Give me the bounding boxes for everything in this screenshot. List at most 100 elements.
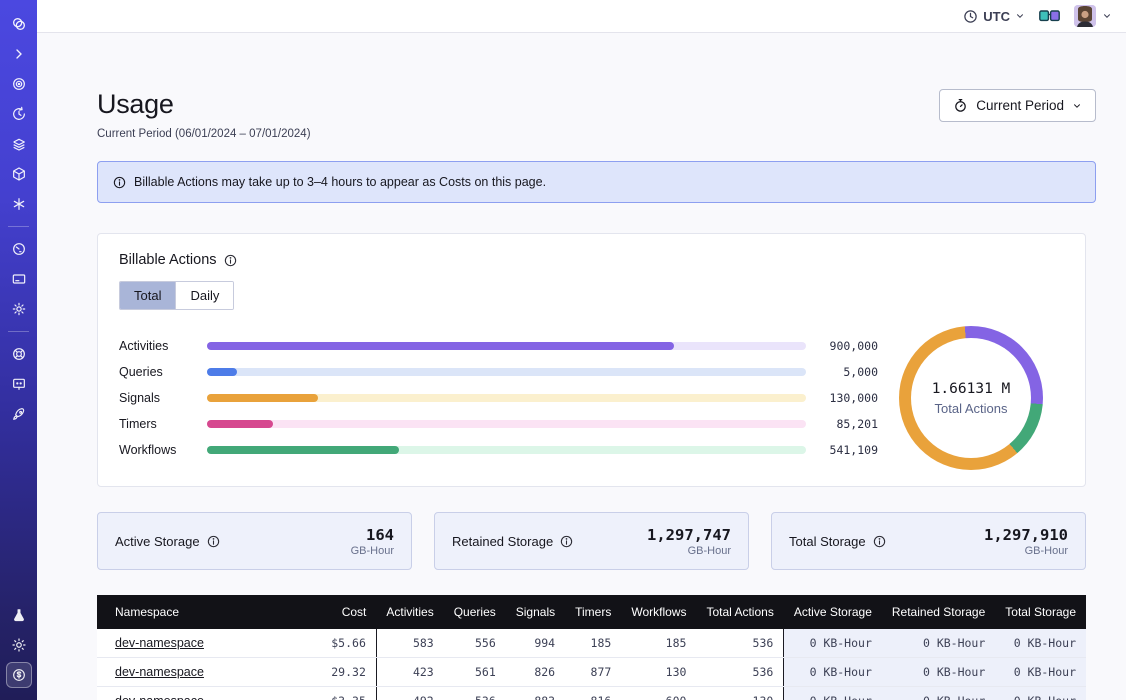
storage-summary-row: Active Storage 164 GB-Hour Retained Stor… <box>97 512 1086 570</box>
topbar: UTC <box>37 0 1126 33</box>
billable-actions-title: Billable Actions <box>119 252 217 268</box>
nexus-icon[interactable] <box>6 191 32 217</box>
info-circle-icon[interactable] <box>873 535 886 548</box>
cell-total-storage: 0 KB-Hour <box>995 629 1086 658</box>
billing-card-icon[interactable] <box>6 266 32 292</box>
timezone-selector[interactable]: UTC <box>963 9 1025 24</box>
schedules-icon[interactable] <box>6 101 32 127</box>
namespaces-icon[interactable] <box>6 71 32 97</box>
period-select-button[interactable]: Current Period <box>939 89 1096 122</box>
cell-cost: $5.66 <box>264 629 376 658</box>
collapse-sidebar-icon[interactable] <box>6 41 32 67</box>
app-window: UTC Usage Current Period (06/01/2024 – 0… <box>0 0 1126 700</box>
bar-label: Signals <box>119 391 207 405</box>
col-timers: Timers <box>565 595 621 629</box>
table-row: dev-namespace $5.66 583 556 994 185 185 … <box>97 629 1086 658</box>
bar-label: Activities <box>119 339 207 353</box>
bar-fill <box>207 420 273 428</box>
info-circle-icon[interactable] <box>560 535 573 548</box>
col-signals: Signals <box>506 595 565 629</box>
bar-label: Queries <box>119 365 207 379</box>
col-active-storage: Active Storage <box>784 595 882 629</box>
col-queries: Queries <box>444 595 506 629</box>
namespace-link[interactable]: dev-namespace <box>115 665 204 679</box>
namespace-link[interactable]: dev-namespace <box>115 636 204 650</box>
info-banner: Billable Actions may take up to 3–4 hour… <box>97 161 1096 203</box>
support-lifebuoy-icon[interactable] <box>6 341 32 367</box>
bar-label: Workflows <box>119 443 207 457</box>
cell-cost: 29.32 <box>264 658 376 687</box>
cell-retained-storage: 0 KB-Hour <box>882 629 995 658</box>
storage-card-label: Active Storage <box>115 534 200 549</box>
billable-actions-tabs: Total Daily <box>119 281 234 310</box>
page-title: Usage <box>97 89 311 120</box>
period-button-label: Current Period <box>976 98 1064 113</box>
main-area: UTC Usage Current Period (06/01/2024 – 0… <box>37 0 1126 700</box>
bar-track <box>207 394 806 402</box>
labs-flask-icon[interactable] <box>6 602 32 628</box>
deployments-cube-icon[interactable] <box>6 161 32 187</box>
feedback-monitor-icon[interactable] <box>6 371 32 397</box>
cell-workflows: 130 <box>621 658 696 687</box>
cell-timers: 816 <box>565 687 621 700</box>
theme-sun-icon[interactable] <box>6 632 32 658</box>
storage-card-unit: GB-Hour <box>351 545 394 557</box>
table-row: dev-namespace $3.35 492 536 883 816 600 … <box>97 687 1086 700</box>
bar-fill <box>207 446 399 454</box>
tab-daily[interactable]: Daily <box>175 282 233 309</box>
storage-card-value: 1,297,910 <box>984 526 1068 544</box>
chevron-down-icon <box>1102 11 1112 21</box>
bar-value: 130,000 <box>806 391 878 405</box>
total-actions-donut-chart: 1.66131 M Total Actions <box>899 326 1043 470</box>
bar-value: 5,000 <box>806 365 878 379</box>
col-total-actions: Total Actions <box>696 595 783 629</box>
glasses-icon[interactable] <box>1039 10 1060 23</box>
getting-started-rocket-icon[interactable] <box>6 401 32 427</box>
cell-active-storage: 0 KB-Hour <box>784 629 882 658</box>
chevron-down-icon <box>1072 101 1082 111</box>
table-header-row: Namespace Cost Activities Queries Signal… <box>97 595 1086 629</box>
sidebar <box>0 0 37 700</box>
cell-active-storage: 0 KB-Hour <box>784 687 882 700</box>
tab-total[interactable]: Total <box>120 282 175 309</box>
temporal-logo-icon[interactable] <box>6 11 32 37</box>
info-circle-icon[interactable] <box>207 535 220 548</box>
cell-retained-storage: 0 KB-Hour <box>882 658 995 687</box>
storage-card-label: Retained Storage <box>452 534 553 549</box>
usage-billing-coin-icon[interactable] <box>6 662 32 688</box>
cell-total-storage: 0 KB-Hour <box>995 687 1086 700</box>
storage-card-label: Total Storage <box>789 534 866 549</box>
col-workflows: Workflows <box>621 595 696 629</box>
user-menu[interactable] <box>1074 5 1112 27</box>
task-queues-icon[interactable] <box>6 131 32 157</box>
info-circle-icon <box>113 176 126 189</box>
settings-gear-icon[interactable] <box>6 296 32 322</box>
active-storage-card: Active Storage 164 GB-Hour <box>97 512 412 570</box>
bar-label: Timers <box>119 417 207 431</box>
cell-retained-storage: 0 KB-Hour <box>882 687 995 700</box>
bar-track <box>207 368 806 376</box>
info-circle-icon[interactable] <box>224 254 237 267</box>
bar-track <box>207 420 806 428</box>
bar-fill <box>207 368 237 376</box>
cell-signals: 994 <box>506 629 565 658</box>
chevron-down-icon <box>1015 11 1025 21</box>
namespace-link[interactable]: dev-namespace <box>115 694 204 700</box>
banner-text: Billable Actions may take up to 3–4 hour… <box>134 175 546 189</box>
cell-signals: 826 <box>506 658 565 687</box>
bar-row-signals: Signals 130,000 <box>119 385 878 411</box>
bar-fill <box>207 394 318 402</box>
bar-row-workflows: Workflows 541,109 <box>119 437 878 463</box>
timezone-label: UTC <box>983 9 1010 24</box>
avatar <box>1074 5 1096 27</box>
cell-cost: $3.35 <box>264 687 376 700</box>
cell-queries: 556 <box>444 629 506 658</box>
billable-actions-card: Billable Actions Total Daily Activities … <box>97 233 1086 487</box>
cell-activities: 583 <box>376 629 443 658</box>
namespace-usage-table: Namespace Cost Activities Queries Signal… <box>97 595 1086 700</box>
donut-total-value: 1.66131 M <box>932 381 1011 397</box>
sidebar-divider <box>8 331 29 332</box>
cell-total-actions: 536 <box>696 658 783 687</box>
col-retained-storage: Retained Storage <box>882 595 995 629</box>
usage-meter-icon[interactable] <box>6 236 32 262</box>
